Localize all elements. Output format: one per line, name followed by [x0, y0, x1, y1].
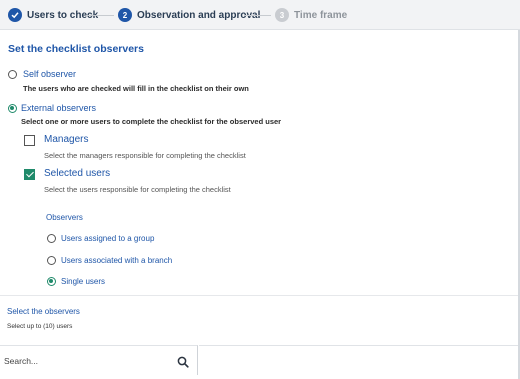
step-observation-and-approval[interactable]: 2 Observation and approval	[118, 7, 260, 23]
step-number: 3	[275, 8, 289, 22]
self-observer-label[interactable]: Self observer	[23, 69, 76, 79]
step-label: Time frame	[294, 9, 348, 21]
managers-checkbox[interactable]	[24, 135, 35, 146]
stepper: Users to check 2 Observation and approva…	[0, 0, 520, 30]
step-time-frame[interactable]: 3 Time frame	[275, 7, 347, 23]
observer-option-group-label[interactable]: Users assigned to a group	[61, 234, 154, 243]
step-label: Observation and approval	[137, 9, 261, 21]
observers-title: Observers	[46, 213, 83, 222]
select-observers-title: Select the observers	[7, 307, 80, 316]
divider	[0, 295, 520, 296]
self-observer-description: The users who are checked will fill in t…	[23, 84, 249, 93]
observer-option-single-radio[interactable]	[47, 277, 56, 286]
step-connector	[86, 15, 114, 16]
section-title: Set the checklist observers	[8, 43, 144, 55]
search-icon[interactable]	[177, 355, 189, 368]
observer-option-group-radio[interactable]	[47, 234, 56, 243]
managers-label[interactable]: Managers	[44, 134, 88, 145]
external-observers-radio[interactable]	[8, 104, 17, 113]
external-observers-description: Select one or more users to complete the…	[21, 117, 282, 126]
check-icon	[8, 8, 22, 22]
observer-option-single-label[interactable]: Single users	[61, 277, 105, 286]
selected-users-checkbox[interactable]	[24, 169, 35, 180]
step-users-to-check[interactable]: Users to check	[8, 7, 98, 23]
selected-users-description: Select the users responsible for complet…	[44, 185, 231, 194]
observer-option-branch-label[interactable]: Users associated with a branch	[61, 256, 172, 265]
select-observers-description: Select up to (10) users	[7, 323, 73, 330]
managers-description: Select the managers responsible for comp…	[44, 151, 246, 160]
step-connector	[244, 15, 271, 16]
selected-users-label[interactable]: Selected users	[44, 168, 110, 179]
search-input[interactable]	[4, 354, 164, 368]
self-observer-radio[interactable]	[8, 70, 17, 79]
search-box	[0, 345, 198, 375]
selected-observers-panel	[199, 345, 520, 375]
step-number: 2	[118, 8, 132, 22]
observer-option-branch-radio[interactable]	[47, 256, 56, 265]
external-observers-label[interactable]: External observers	[21, 103, 96, 113]
